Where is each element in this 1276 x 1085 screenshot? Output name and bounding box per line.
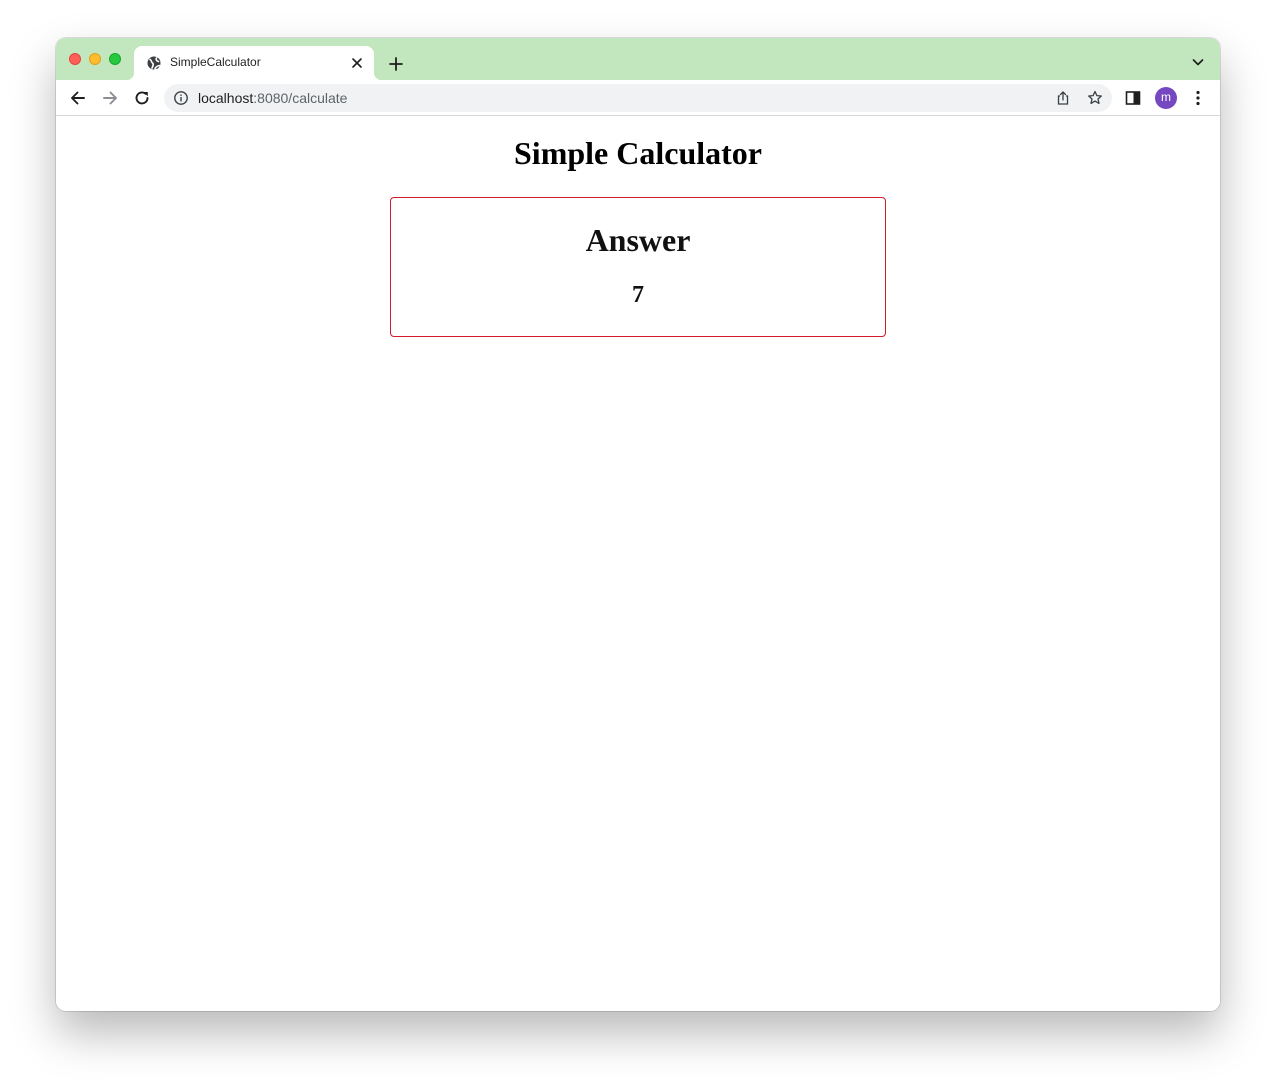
- share-icon[interactable]: [1054, 89, 1072, 107]
- forward-arrow-icon[interactable]: [99, 87, 121, 109]
- browser-window: SimpleCalculator localhost:8080/calculat…: [56, 38, 1220, 1011]
- new-tab-plus-icon[interactable]: [386, 54, 406, 74]
- side-panel-icon[interactable]: [1124, 89, 1142, 107]
- globe-icon: [146, 55, 162, 71]
- url-host: localhost: [198, 90, 254, 106]
- bookmark-star-icon[interactable]: [1086, 89, 1104, 107]
- answer-value: 7: [632, 282, 644, 308]
- profile-avatar[interactable]: m: [1155, 87, 1177, 109]
- tab-strip: SimpleCalculator: [56, 38, 1220, 80]
- answer-heading: Answer: [585, 222, 691, 258]
- more-options-icon[interactable]: [1189, 88, 1207, 108]
- info-icon[interactable]: [173, 90, 189, 106]
- tab-simplecalculator[interactable]: SimpleCalculator: [126, 46, 382, 80]
- url-path: :8080/calculate: [253, 90, 348, 106]
- page-content: Simple Calculator Answer 7: [56, 117, 1220, 1011]
- back-arrow-icon[interactable]: [67, 87, 89, 109]
- browser-toolbar: localhost:8080/calculate m: [56, 80, 1220, 116]
- tab-close-icon[interactable]: [349, 55, 365, 71]
- tab-title: SimpleCalculator: [170, 55, 261, 69]
- address-bar[interactable]: localhost:8080/calculate: [164, 84, 1112, 112]
- page-title: Simple Calculator: [514, 135, 762, 171]
- minimize-window-button[interactable]: [89, 53, 101, 65]
- chevron-down-icon[interactable]: [1190, 54, 1206, 70]
- maximize-window-button[interactable]: [109, 53, 121, 65]
- close-window-button[interactable]: [69, 53, 81, 65]
- url-text: localhost:8080/calculate: [198, 90, 347, 106]
- answer-card: Answer 7: [390, 197, 886, 337]
- reload-icon[interactable]: [131, 87, 153, 109]
